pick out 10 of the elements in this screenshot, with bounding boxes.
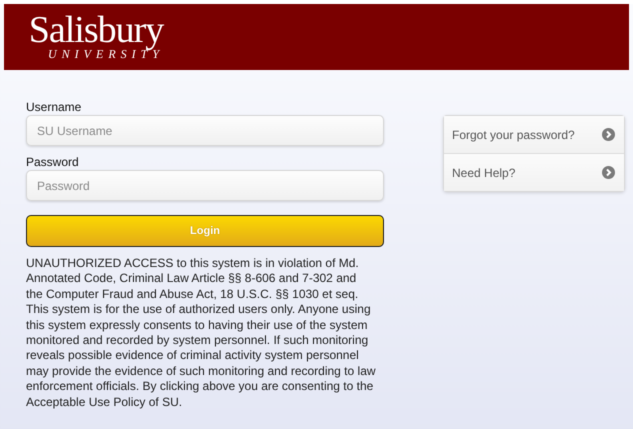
chevron-icon: [602, 166, 615, 179]
legal-notice: UNAUTHORIZED ACCESS to this system is in violation of Md. Annotated Code, Criminal Law Article §§ 8-606 and 7-302 and the Computer Fraud and Abuse Act, 18 U.S.C. §§ 1030 et seq. This system is for the use of authorized users only. Anyone using this system expressly consents to having their use of the system monitored and recorded by system personnel. If such monitoring reveals possible evidence of criminal activity system personnel may provide the evidence of such monitoring and recording to law enforcement officials. By clicking above you are consenting to the Acceptable Use Policy of SU.: [26, 256, 376, 410]
help-link[interactable]: Need Help?: [444, 153, 624, 191]
field-label: Username: [26, 100, 82, 114]
field-label: Password: [26, 155, 80, 169]
university-logo: Salisbury UNIVERSITY: [28, 12, 164, 60]
input-field[interactable]: SU Username: [26, 115, 384, 146]
chevron-icon: [602, 128, 615, 141]
input-field[interactable]: Password: [26, 170, 384, 201]
help-link[interactable]: Forgot your password?: [444, 116, 624, 153]
